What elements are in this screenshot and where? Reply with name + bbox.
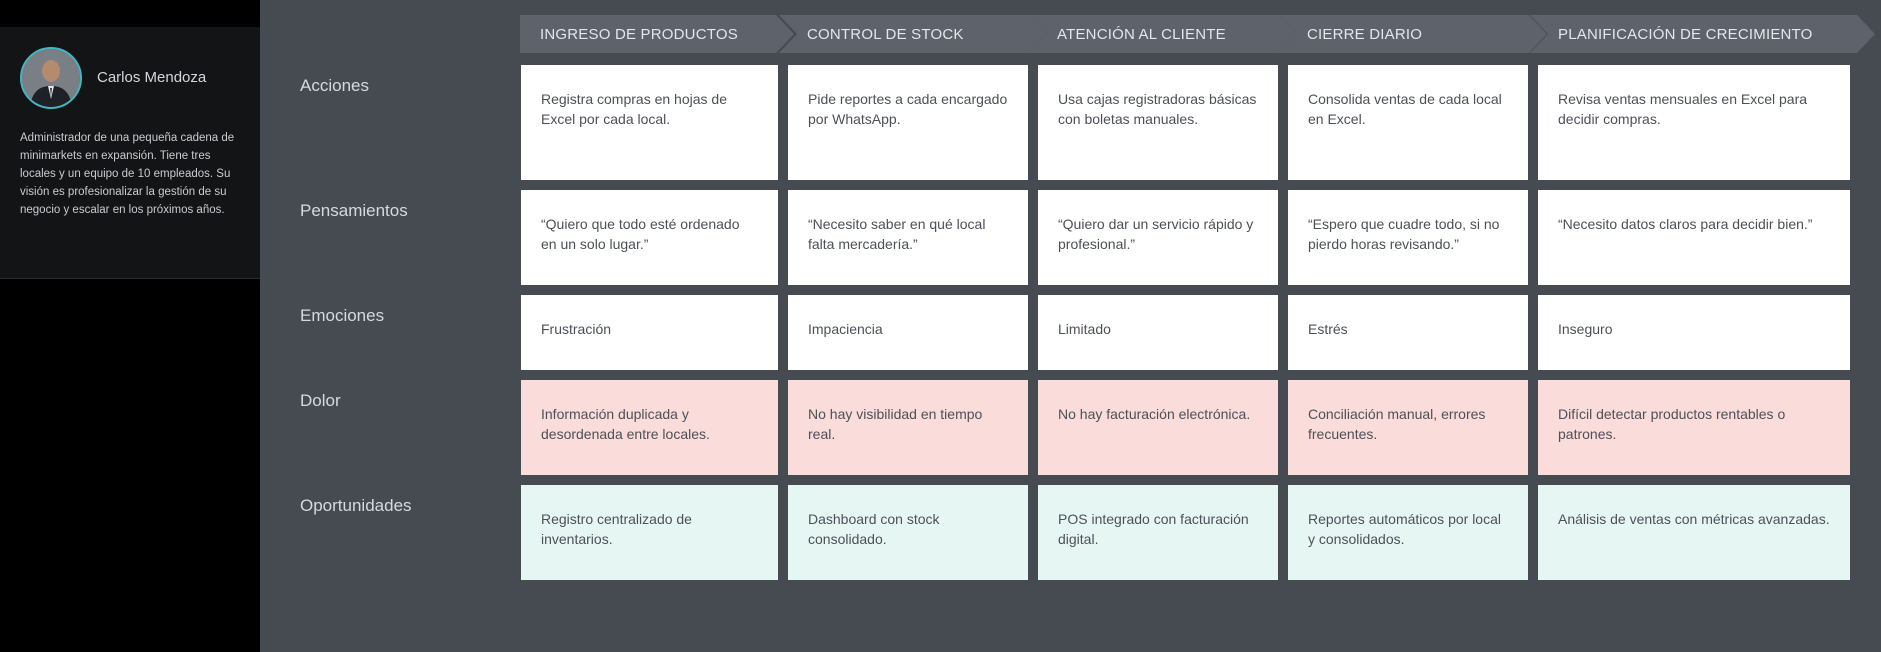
cell-acciones-5: Revisa ventas mensuales en Excel para de… (1538, 65, 1850, 180)
persona-description: Administrador de una pequeña cadena de m… (20, 132, 235, 216)
cell-oportunidades-3: POS integrado con facturación digital. (1038, 485, 1278, 580)
sidebar: Carlos Mendoza Administrador de una pequ… (0, 0, 260, 652)
cell-dolor-1: Información duplicada y desordenada entr… (521, 380, 778, 475)
cell-pensamientos-4: “Espero que cuadre todo, si no pierdo ho… (1288, 190, 1528, 285)
cell-oportunidades-5: Análisis de ventas con métricas avanzada… (1538, 485, 1850, 580)
cell-pensamientos-2: “Necesito saber en qué local falta merca… (788, 190, 1028, 285)
cell-oportunidades-4: Reportes automáticos por local y consoli… (1288, 485, 1528, 580)
row-label-oportunidades: Oportunidades (300, 496, 412, 515)
persona-card: Carlos Mendoza Administrador de una pequ… (0, 27, 260, 279)
cell-dolor-3: No hay facturación electrónica. (1038, 380, 1278, 475)
stage-planificacion-de-crecimiento: PLANIFICACIÓN DE CRECIMIENTO (1530, 15, 1875, 53)
cell-emociones-3: Limitado (1038, 295, 1278, 370)
cell-oportunidades-1: Registro centralizado de inventarios. (521, 485, 778, 580)
cell-pensamientos-5: “Necesito datos claros para decidir bien… (1538, 190, 1850, 285)
row-label-dolor: Dolor (300, 391, 341, 410)
row-label-acciones: Acciones (300, 76, 369, 95)
cell-dolor-4: Conciliación manual, errores frecuentes. (1288, 380, 1528, 475)
stage-atencion-al-cliente: ATENCIÓN AL CLIENTE (1029, 15, 1297, 53)
person-icon (22, 49, 80, 107)
persona-name: Carlos Mendoza (97, 69, 207, 86)
cell-pensamientos-1: “Quiero que todo esté ordenado en un sol… (521, 190, 778, 285)
stage-cierre-diario: CIERRE DIARIO (1279, 15, 1547, 53)
cell-acciones-1: Registra compras en hojas de Excel por c… (521, 65, 778, 180)
stage-control-de-stock: CONTROL DE STOCK (779, 15, 1047, 53)
row-label-pensamientos: Pensamientos (300, 201, 408, 220)
cell-emociones-2: Impaciencia (788, 295, 1028, 370)
persona-avatar (20, 47, 82, 109)
cell-acciones-4: Consolida ventas de cada local en Excel. (1288, 65, 1528, 180)
cell-acciones-3: Usa cajas registradoras básicas con bole… (1038, 65, 1278, 180)
cell-acciones-2: Pide reportes a cada encargado por Whats… (788, 65, 1028, 180)
cell-dolor-5: Difícil detectar productos rentables o p… (1538, 380, 1850, 475)
cell-dolor-2: No hay visibilidad en tiempo real. (788, 380, 1028, 475)
cell-emociones-5: Inseguro (1538, 295, 1850, 370)
cell-pensamientos-3: “Quiero dar un servicio rápido y profesi… (1038, 190, 1278, 285)
cell-oportunidades-2: Dashboard con stock consolidado. (788, 485, 1028, 580)
cell-emociones-4: Estrés (1288, 295, 1528, 370)
journey-map: INGRESO DE PRODUCTOS CONTROL DE STOCK AT… (260, 0, 1881, 652)
row-label-emociones: Emociones (300, 306, 385, 325)
stage-ingreso-de-productos: INGRESO DE PRODUCTOS (520, 15, 794, 53)
cell-emociones-1: Frustración (521, 295, 778, 370)
